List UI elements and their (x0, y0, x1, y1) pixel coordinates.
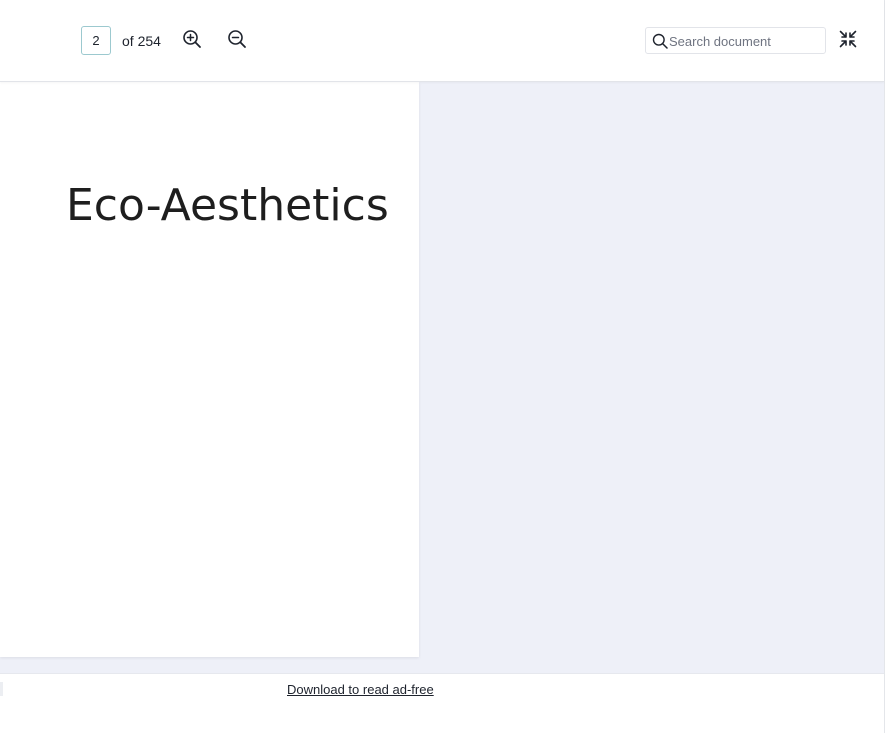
zoom-in-button[interactable] (180, 27, 204, 51)
footer-marker (0, 682, 3, 696)
page-number-input[interactable] (81, 26, 111, 55)
zoom-in-icon (183, 30, 201, 48)
footer-bar: Download to read ad-free (0, 673, 884, 734)
download-ad-free-link[interactable]: Download to read ad-free (287, 682, 434, 697)
collapse-icon (839, 30, 857, 48)
search-input[interactable] (669, 31, 819, 51)
exit-fullscreen-button[interactable] (836, 27, 860, 51)
document-page: Eco-Aesthetics (0, 82, 419, 657)
page-total-label: of 254 (122, 33, 161, 49)
document-page-title: Eco-Aesthetics (66, 180, 389, 231)
document-viewer[interactable]: Eco-Aesthetics (0, 82, 884, 673)
search-box[interactable] (645, 27, 826, 54)
zoom-out-icon (228, 30, 246, 48)
search-icon (652, 33, 668, 49)
zoom-out-button[interactable] (225, 27, 249, 51)
viewer-toolbar: of 254 (0, 0, 884, 82)
